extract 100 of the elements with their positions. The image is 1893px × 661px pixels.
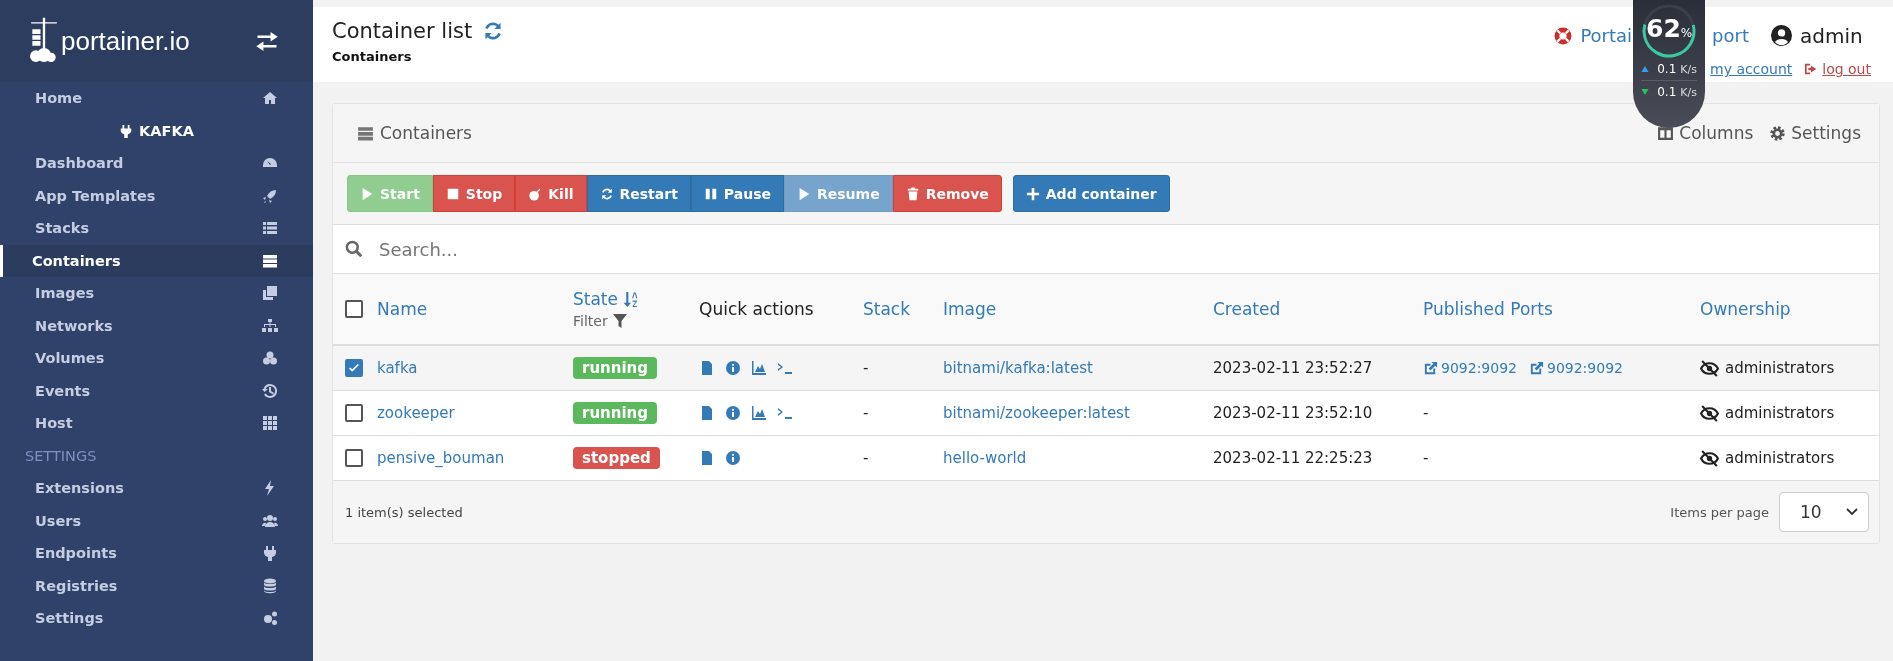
terminal-icon[interactable] <box>777 360 793 376</box>
sidebar-item[interactable]: Settings <box>0 602 313 635</box>
column-header[interactable]: Image <box>943 299 997 319</box>
action-button[interactable]: Pause <box>690 175 784 212</box>
columns-icon <box>1657 124 1675 142</box>
logs-icon[interactable] <box>699 450 715 466</box>
checkmark-icon <box>347 361 361 375</box>
column-header[interactable]: State <box>573 289 618 309</box>
sidebar-item[interactable]: Dashboard <box>0 147 313 180</box>
external-link-icon <box>1423 360 1438 376</box>
column-header[interactable]: Ownership <box>1700 299 1791 319</box>
play-icon <box>360 186 374 201</box>
info-icon[interactable] <box>725 405 741 421</box>
sidebar-item[interactable]: Users <box>0 504 313 537</box>
server-icon <box>357 124 374 142</box>
eye-slash-icon <box>1700 404 1719 422</box>
endpoint-name: KAFKA <box>139 122 194 139</box>
upload-speed: 0.1 <box>1657 62 1677 76</box>
list-icon <box>262 220 278 237</box>
refresh-icon <box>599 186 614 201</box>
add-container-button[interactable]: Add container <box>1012 175 1170 212</box>
server-icon <box>262 252 278 269</box>
chevron-down-icon <box>1846 508 1858 516</box>
logout-icon[interactable] <box>1804 62 1819 77</box>
container-name-link[interactable]: kafka <box>377 359 418 377</box>
columns-button[interactable]: Columns <box>1657 123 1754 143</box>
chart-icon[interactable] <box>751 360 767 376</box>
images-icon <box>262 285 278 302</box>
column-header[interactable]: Stack <box>863 299 911 319</box>
lifebuoy-icon[interactable] <box>1554 26 1573 45</box>
column-header[interactable]: Name <box>377 299 428 319</box>
sidebar-item[interactable]: Host <box>0 407 313 440</box>
checkbox[interactable] <box>345 404 363 422</box>
checkbox[interactable] <box>345 300 363 318</box>
table-cell: administrators <box>1725 359 1835 377</box>
sidebar-item[interactable]: Endpoints <box>0 537 313 570</box>
logout-link[interactable]: log out <box>1822 61 1871 78</box>
external-link-icon <box>1529 360 1544 376</box>
info-icon[interactable] <box>725 450 741 466</box>
sidebar-item[interactable]: Networks <box>0 309 313 342</box>
sidebar-item[interactable]: Home <box>0 82 313 115</box>
sidebar-item[interactable]: App Templates <box>0 179 313 212</box>
table-cell: - <box>863 404 869 422</box>
download-speed: 0.1 <box>1657 85 1677 99</box>
trash-icon <box>905 186 920 201</box>
my-account-link[interactable]: my account <box>1710 61 1793 78</box>
swap-icon[interactable] <box>255 31 279 51</box>
sidebar-item[interactable]: Volumes <box>0 342 313 375</box>
grid-icon <box>262 415 278 432</box>
column-header[interactable]: Published Ports <box>1423 299 1553 319</box>
sidebar-item[interactable]: Events <box>0 374 313 407</box>
eye-slash-icon <box>1700 449 1719 467</box>
published-port-link[interactable]: 9092:9092 <box>1423 360 1517 376</box>
image-link[interactable]: bitnami/zookeeper:latest <box>943 404 1130 422</box>
terminal-icon[interactable] <box>777 405 793 421</box>
items-per-page-label: Items per page <box>1670 504 1769 520</box>
support-link[interactable]: Portai <box>1580 25 1633 47</box>
settings-button[interactable]: Settings <box>1769 123 1861 143</box>
sidebar-item[interactable]: Stacks <box>0 212 313 245</box>
users-icon <box>262 512 278 529</box>
sidebar-item[interactable]: Images <box>0 277 313 310</box>
table-cell: 2023-02-11 22:25:23 <box>1213 449 1373 467</box>
table-cell: administrators <box>1725 404 1835 422</box>
table-cell: 2023-02-11 23:52:27 <box>1213 359 1373 377</box>
sidebar-item[interactable]: Containers <box>0 244 313 277</box>
bomb-icon <box>528 186 543 201</box>
chart-icon[interactable] <box>751 405 767 421</box>
published-port-link[interactable]: 9092:9092 <box>1529 360 1623 376</box>
checkbox[interactable] <box>345 359 363 377</box>
support-link[interactable]: port <box>1712 25 1749 47</box>
info-icon[interactable] <box>725 360 741 376</box>
gear-icon <box>1769 124 1787 142</box>
container-name-link[interactable]: pensive_bouman <box>377 449 505 467</box>
image-link[interactable]: hello-world <box>943 449 1027 467</box>
sort-icon[interactable] <box>622 290 639 308</box>
stop-icon <box>445 186 460 201</box>
pause-icon <box>703 186 718 201</box>
up-triangle-icon <box>1641 65 1650 73</box>
database-icon <box>262 577 278 594</box>
cpu-percent: 62 <box>1646 14 1681 43</box>
column-header[interactable]: Created <box>1213 299 1281 319</box>
logs-icon[interactable] <box>699 360 715 376</box>
table-cell: administrators <box>1725 449 1835 467</box>
action-button[interactable]: Restart <box>586 175 691 212</box>
container-name-link[interactable]: zookeeper <box>377 404 455 422</box>
action-button[interactable]: Kill <box>515 175 587 212</box>
filter-icon[interactable] <box>611 313 628 329</box>
action-button[interactable]: Remove <box>892 175 1002 212</box>
items-per-page-select[interactable]: 10 <box>1779 492 1869 532</box>
action-button[interactable]: Stop <box>432 175 516 212</box>
down-triangle-icon <box>1641 88 1650 96</box>
table-cell: 2023-02-11 23:52:10 <box>1213 404 1373 422</box>
checkbox[interactable] <box>345 449 363 467</box>
speed-unit: K/s <box>1680 62 1697 76</box>
logs-icon[interactable] <box>699 405 715 421</box>
filter-label[interactable]: Filter <box>573 313 608 329</box>
sidebar-item[interactable]: Registries <box>0 569 313 602</box>
sidebar-item[interactable]: Extensions <box>0 472 313 505</box>
column-header: Quick actions <box>699 299 814 319</box>
home-icon <box>262 90 278 107</box>
